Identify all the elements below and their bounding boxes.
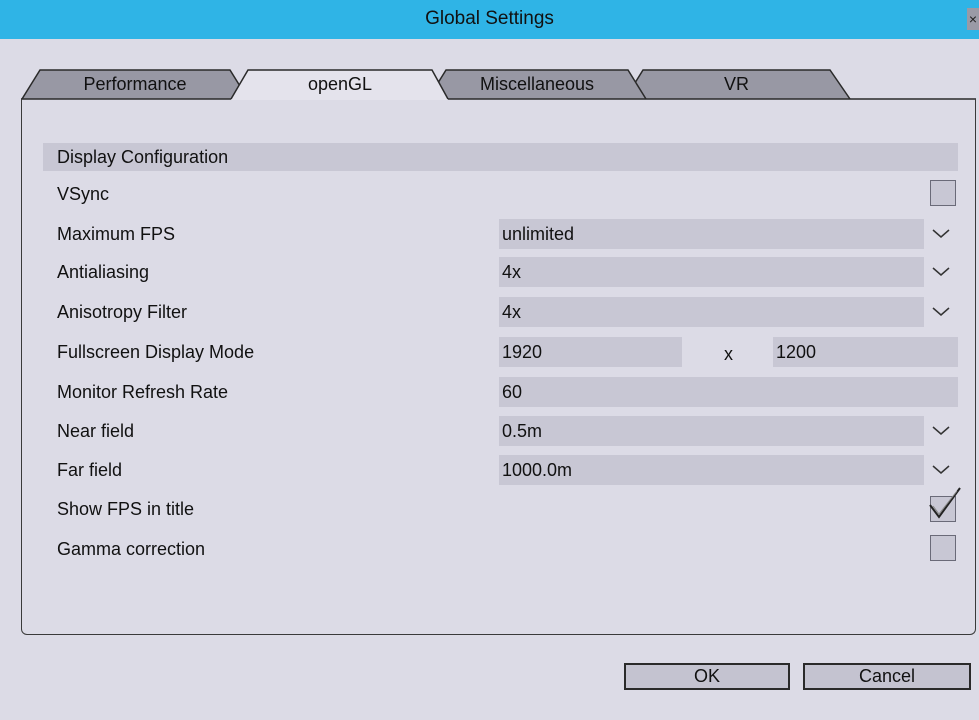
anisotropy-value: 4x (502, 302, 522, 322)
chevron-down-icon[interactable] (924, 297, 958, 327)
far-field-label: Far field (57, 460, 123, 480)
show-fps-label: Show FPS in title (57, 499, 195, 519)
anisotropy-label: Anisotropy Filter (57, 302, 188, 322)
fullscreen-label: Fullscreen Display Mode (57, 342, 255, 362)
anisotropy-dropdown[interactable]: 4x (499, 297, 958, 327)
resolution-separator: x (724, 344, 733, 364)
chevron-down-icon[interactable] (924, 455, 958, 485)
ok-button[interactable]: OK (624, 663, 790, 690)
tab-opengl[interactable]: openGL (248, 74, 432, 96)
section-header: Display Configuration (43, 143, 958, 171)
max-fps-dropdown[interactable]: unlimited (499, 219, 958, 249)
show-fps-checkbox[interactable] (929, 487, 961, 522)
checkmark-icon (929, 487, 961, 519)
vsync-label: VSync (57, 184, 110, 204)
antialiasing-value: 4x (502, 262, 522, 282)
near-field-dropdown[interactable]: 0.5m (499, 416, 958, 446)
vsync-checkbox[interactable] (930, 180, 956, 206)
refresh-rate-input[interactable]: 60 (499, 377, 958, 407)
max-fps-label: Maximum FPS (57, 224, 176, 244)
tab-miscellaneous[interactable]: Miscellaneous (446, 74, 628, 96)
fullscreen-height-input[interactable]: 1200 (773, 337, 958, 367)
tab-vr[interactable]: VR (643, 74, 830, 96)
chevron-down-icon[interactable] (924, 416, 958, 446)
far-field-dropdown[interactable]: 1000.0m (499, 455, 958, 485)
gamma-checkbox[interactable] (930, 535, 956, 561)
antialiasing-dropdown[interactable]: 4x (499, 257, 958, 287)
far-field-value: 1000.0m (502, 460, 573, 480)
near-field-label: Near field (57, 421, 135, 441)
gamma-label: Gamma correction (57, 539, 206, 559)
near-field-value: 0.5m (502, 421, 543, 441)
refresh-rate-label: Monitor Refresh Rate (57, 382, 229, 402)
tab-strip: Performance openGL Miscellaneous VR (0, 0, 979, 110)
antialiasing-label: Antialiasing (57, 262, 150, 282)
tab-performance[interactable]: Performance (40, 74, 230, 96)
cancel-button[interactable]: Cancel (803, 663, 971, 690)
max-fps-value: unlimited (502, 224, 575, 244)
section-title: Display Configuration (57, 147, 229, 167)
chevron-down-icon[interactable] (924, 257, 958, 287)
chevron-down-icon[interactable] (924, 219, 958, 249)
fullscreen-width-input[interactable]: 1920 (499, 337, 682, 367)
